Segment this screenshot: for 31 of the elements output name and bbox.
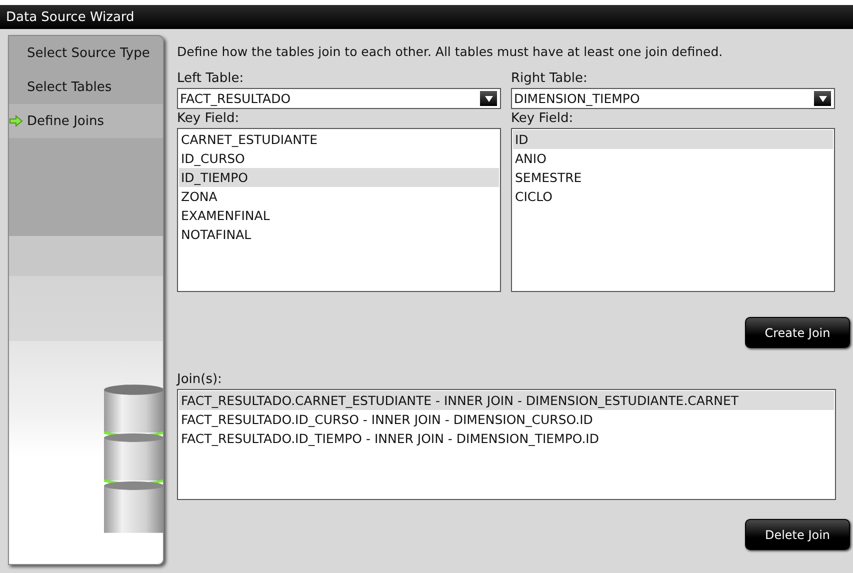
wizard-step[interactable]: Define Joins [9, 104, 163, 138]
key-field-list[interactable]: ID ANIO SEMESTRE CICLO [511, 128, 835, 292]
instructions-text: Define how the tables join to each other. All tables must have at least one join defined. [177, 44, 724, 59]
list-item[interactable]: ANIO [513, 149, 833, 168]
create-join-button[interactable]: Create Join [745, 317, 850, 348]
joins-list[interactable]: FACT_RESULTADO.CARNET_ESTUDIANTE - INNER JOIN - DIMENSION_ESTUDIANTE.CARNET FACT_RESULTADO.ID_CURSO - INNER JOIN - DIMENSION_CURSO.ID FACT_RESULTADO.ID_TIEMPO - INNER JOIN - DIMENSION_TIEMPO.ID [177, 389, 836, 500]
list-item[interactable]: ID [513, 130, 833, 149]
key-field-list[interactable]: CARNET_ESTUDIANTE ID_CURSO ID_TIEMPO ZONA EXAMENFINAL NOTAFINAL [177, 128, 501, 292]
list-item[interactable]: ID_CURSO [179, 149, 499, 168]
list-item[interactable]: EXAMENFINAL [179, 206, 499, 225]
table-dropdown[interactable]: DIMENSION_TIEMPO [511, 88, 835, 109]
list-item[interactable]: ID_TIEMPO [179, 168, 499, 187]
table-dropdown[interactable]: FACT_RESULTADO [177, 88, 501, 109]
window-title: Data Source Wizard [6, 10, 134, 24]
list-item[interactable]: FACT_RESULTADO.ID_CURSO - INNER JOIN - DIMENSION_CURSO.ID [179, 410, 834, 429]
table-label: Right Table: [511, 70, 588, 88]
arrow-icon [9, 115, 23, 127]
key-field-label: Key Field: [177, 110, 240, 128]
wizard-step[interactable]: Select Tables [9, 70, 163, 104]
wizard-step[interactable]: Select Source Type [9, 36, 163, 70]
joins-label: Join(s): [177, 371, 223, 389]
list-item[interactable]: FACT_RESULTADO.ID_TIEMPO - INNER JOIN - DIMENSION_TIEMPO.ID [179, 429, 834, 448]
list-item[interactable]: ZONA [179, 187, 499, 206]
list-item[interactable]: FACT_RESULTADO.CARNET_ESTUDIANTE - INNER JOIN - DIMENSION_ESTUDIANTE.CARNET [179, 391, 834, 410]
list-item[interactable]: NOTAFINAL [179, 225, 499, 244]
table-label: Left Table: [177, 70, 245, 88]
key-field-label: Key Field: [511, 110, 574, 128]
delete-join-button[interactable]: Delete Join [745, 519, 850, 550]
list-item[interactable]: CARNET_ESTUDIANTE [179, 130, 499, 149]
list-item[interactable]: SEMESTRE [513, 168, 833, 187]
list-item[interactable]: CICLO [513, 187, 833, 206]
